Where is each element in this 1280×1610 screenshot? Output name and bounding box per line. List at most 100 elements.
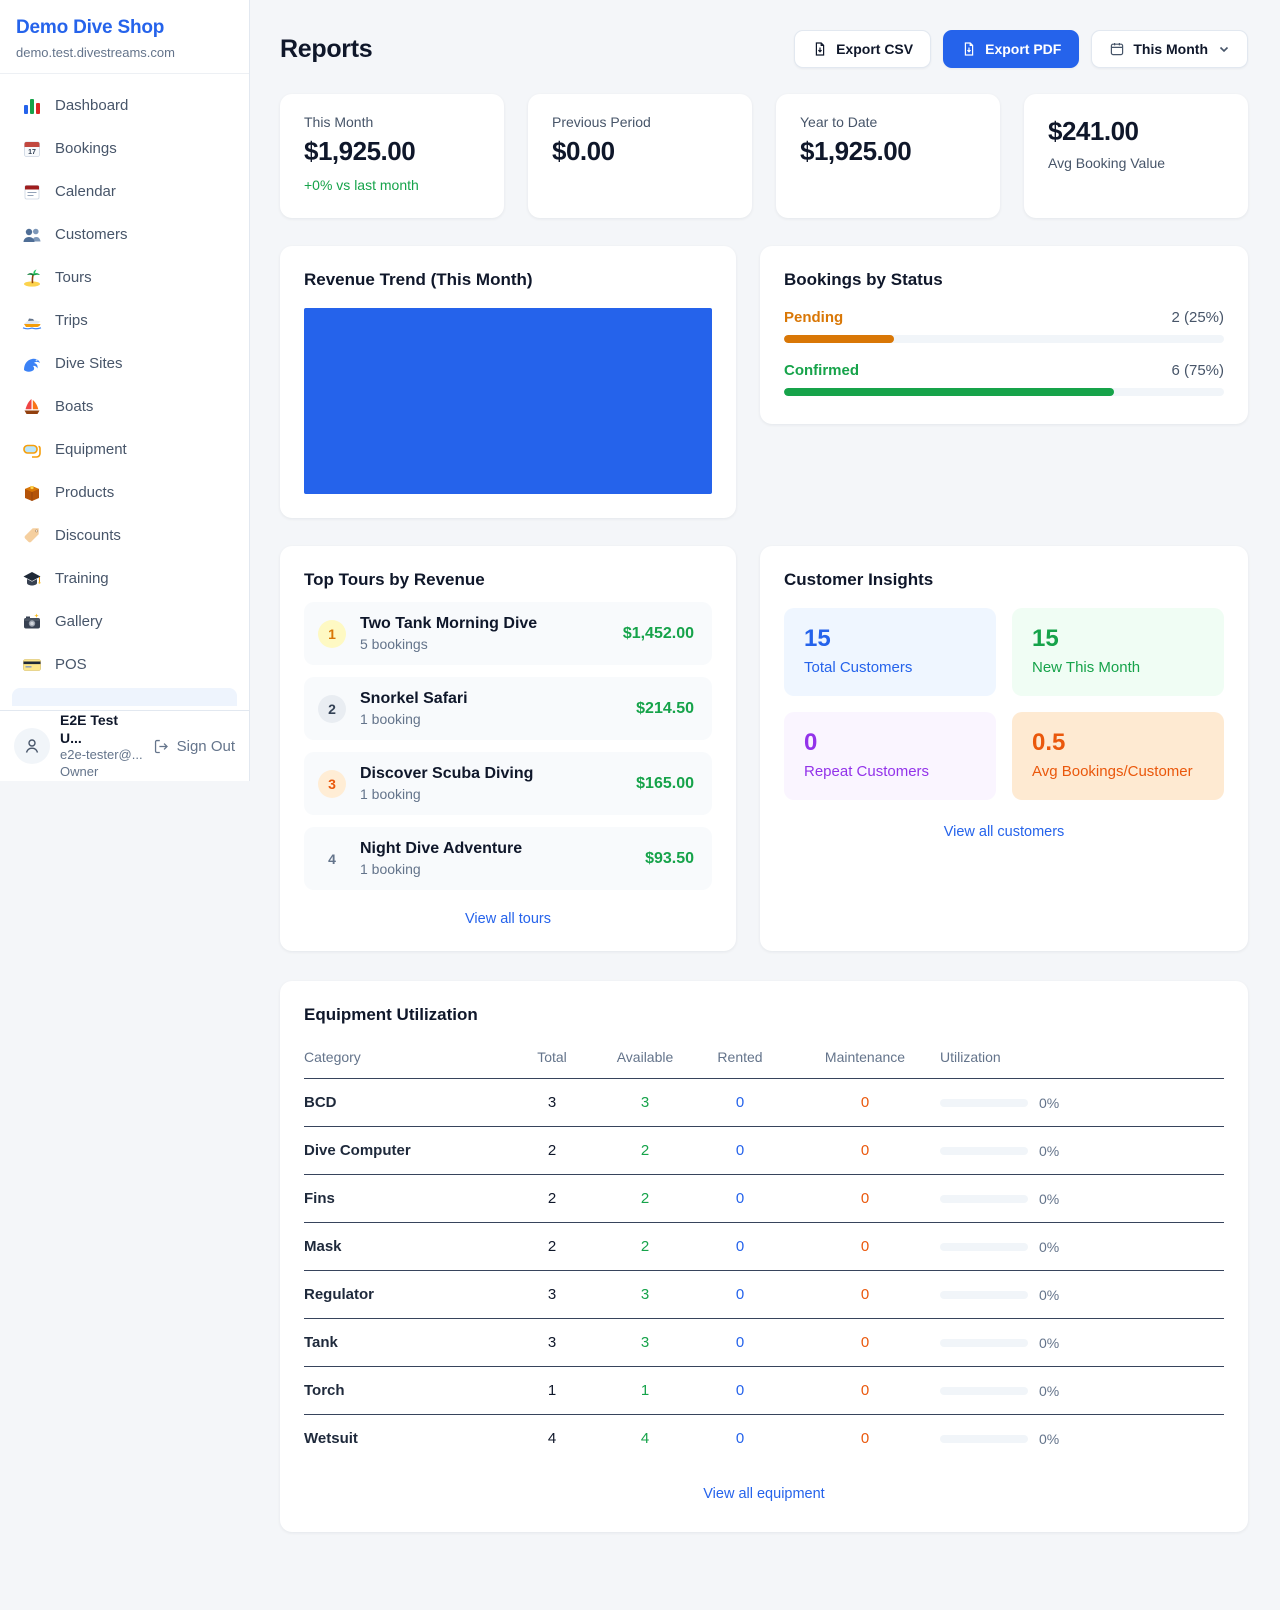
cell-maintenance: 0 bbox=[790, 1367, 940, 1415]
sidebar-item-label: Calendar bbox=[55, 183, 116, 200]
view-all-customers-link[interactable]: View all customers bbox=[784, 824, 1224, 840]
table-header-row: Category Total Available Rented Maintena… bbox=[304, 1035, 1224, 1079]
cell-maintenance: 0 bbox=[790, 1271, 940, 1319]
sidebar-item-training[interactable]: Training bbox=[12, 557, 237, 600]
bookings-by-status-card: Bookings by Status Pending 2 (25%) Confi… bbox=[760, 246, 1248, 424]
status-value: 2 (25%) bbox=[1171, 309, 1224, 326]
trips-icon bbox=[22, 311, 42, 331]
revenue-trend-card: Revenue Trend (This Month) bbox=[280, 246, 736, 518]
utilization-pct: 0% bbox=[1039, 1095, 1059, 1111]
sidebar-item-reports-active[interactable] bbox=[12, 688, 237, 706]
sidebar-item-products[interactable]: Products bbox=[12, 471, 237, 514]
utilization-bar bbox=[940, 1195, 1028, 1203]
sidebar-item-label: Bookings bbox=[55, 140, 117, 157]
insight-value: 15 bbox=[804, 625, 976, 653]
cell-maintenance: 0 bbox=[790, 1415, 940, 1463]
sidebar-item-dive-sites[interactable]: Dive Sites bbox=[12, 342, 237, 385]
view-all-tours-link[interactable]: View all tours bbox=[304, 911, 712, 927]
file-download-icon bbox=[961, 41, 977, 57]
cell-maintenance: 0 bbox=[790, 1319, 940, 1367]
sidebar-item-trips[interactable]: Trips bbox=[12, 299, 237, 342]
sidebar-item-tours[interactable]: Tours bbox=[12, 256, 237, 299]
rank-badge: 3 bbox=[318, 770, 346, 798]
stat-value: $1,925.00 bbox=[800, 136, 976, 167]
status-row-confirmed: Confirmed 6 (75%) bbox=[784, 362, 1224, 396]
sidebar-item-label: Discounts bbox=[55, 527, 121, 544]
sidebar-item-label: Customers bbox=[55, 226, 128, 243]
insights-row: Top Tours by Revenue 1 Two Tank Morning … bbox=[280, 546, 1248, 951]
utilization-pct: 0% bbox=[1039, 1239, 1059, 1255]
sidebar-item-label: Gallery bbox=[55, 613, 103, 630]
charts-row: Revenue Trend (This Month) Bookings by S… bbox=[280, 246, 1248, 518]
cell-total: 3 bbox=[504, 1079, 600, 1127]
progress-track bbox=[784, 335, 1224, 343]
tour-name: Snorkel Safari bbox=[360, 690, 468, 708]
tour-bookings: 1 booking bbox=[360, 861, 522, 877]
tour-list-item: 4 Night Dive Adventure 1 booking $93.50 bbox=[304, 827, 712, 890]
svg-text:17: 17 bbox=[28, 149, 36, 156]
insight-total-customers: 15 Total Customers bbox=[784, 608, 996, 696]
utilization-pct: 0% bbox=[1039, 1431, 1059, 1447]
tour-revenue: $165.00 bbox=[636, 775, 694, 793]
sign-out-icon bbox=[153, 738, 170, 755]
stat-delta: +0% vs last month bbox=[304, 177, 480, 193]
sidebar-item-bookings[interactable]: 17 Bookings bbox=[12, 127, 237, 170]
tour-list-item: 1 Two Tank Morning Dive 5 bookings $1,45… bbox=[304, 602, 712, 665]
pos-icon bbox=[22, 655, 42, 675]
progress-fill bbox=[784, 388, 1114, 396]
shop-domain: demo.test.divestreams.com bbox=[16, 45, 233, 60]
cell-available: 4 bbox=[600, 1415, 690, 1463]
view-all-equipment-link[interactable]: View all equipment bbox=[304, 1486, 1224, 1502]
insight-value: 0 bbox=[804, 729, 976, 757]
calendar-outline-icon bbox=[1109, 41, 1125, 57]
sidebar-item-boats[interactable]: Boats bbox=[12, 385, 237, 428]
cell-category: Regulator bbox=[304, 1271, 504, 1319]
sidebar-item-equipment[interactable]: Equipment bbox=[12, 428, 237, 471]
top-tours-title: Top Tours by Revenue bbox=[304, 570, 712, 590]
period-select[interactable]: This Month bbox=[1091, 30, 1248, 68]
sidebar-item-calendar[interactable]: Calendar bbox=[12, 170, 237, 213]
column-header: Total bbox=[504, 1035, 600, 1079]
table-row: Wetsuit 4 4 0 0 0% bbox=[304, 1415, 1224, 1463]
stat-card-this-month: This Month $1,925.00 +0% vs last month bbox=[280, 94, 504, 218]
sign-out-button[interactable]: Sign Out bbox=[153, 738, 235, 755]
stat-label: This Month bbox=[304, 114, 480, 130]
status-label: Confirmed bbox=[784, 362, 859, 379]
cell-maintenance: 0 bbox=[790, 1223, 940, 1271]
insight-label: Avg Bookings/Customer bbox=[1032, 763, 1204, 780]
stat-value: $241.00 bbox=[1048, 116, 1224, 147]
sidebar-item-label: Tours bbox=[55, 269, 92, 286]
rank-badge: 4 bbox=[318, 845, 346, 873]
stat-value: $0.00 bbox=[552, 136, 728, 167]
export-csv-button[interactable]: Export CSV bbox=[794, 30, 931, 68]
sidebar-item-customers[interactable]: Customers bbox=[12, 213, 237, 256]
status-label: Pending bbox=[784, 309, 843, 326]
header-actions: Export CSV Export PDF This Month bbox=[794, 30, 1248, 68]
cell-category: Torch bbox=[304, 1367, 504, 1415]
tour-list-item: 2 Snorkel Safari 1 booking $214.50 bbox=[304, 677, 712, 740]
status-value: 6 (75%) bbox=[1171, 362, 1224, 379]
stat-label: Avg Booking Value bbox=[1048, 155, 1224, 171]
utilization-pct: 0% bbox=[1039, 1383, 1059, 1399]
period-label: This Month bbox=[1133, 41, 1208, 57]
rank-badge: 2 bbox=[318, 695, 346, 723]
sidebar-item-dashboard[interactable]: Dashboard bbox=[12, 84, 237, 127]
export-pdf-label: Export PDF bbox=[985, 41, 1061, 57]
sidebar-item-discounts[interactable]: Discounts bbox=[12, 514, 237, 557]
stat-card-avg-booking-value: $241.00 Avg Booking Value bbox=[1024, 94, 1248, 218]
cell-total: 2 bbox=[504, 1127, 600, 1175]
sidebar-item-label: Dashboard bbox=[55, 97, 128, 114]
dashboard-icon bbox=[22, 96, 42, 116]
user-role: Owner bbox=[60, 764, 143, 780]
cell-category: Tank bbox=[304, 1319, 504, 1367]
avatar bbox=[14, 728, 50, 764]
export-pdf-button[interactable]: Export PDF bbox=[943, 30, 1079, 68]
tour-name: Discover Scuba Diving bbox=[360, 765, 533, 783]
sidebar-item-pos[interactable]: POS bbox=[12, 643, 237, 686]
table-row: Fins 2 2 0 0 0% bbox=[304, 1175, 1224, 1223]
insight-label: New This Month bbox=[1032, 659, 1204, 676]
bookings-by-status-title: Bookings by Status bbox=[784, 270, 1224, 290]
sidebar-item-gallery[interactable]: Gallery bbox=[12, 600, 237, 643]
column-header: Available bbox=[600, 1035, 690, 1079]
tour-bookings: 1 booking bbox=[360, 786, 533, 802]
